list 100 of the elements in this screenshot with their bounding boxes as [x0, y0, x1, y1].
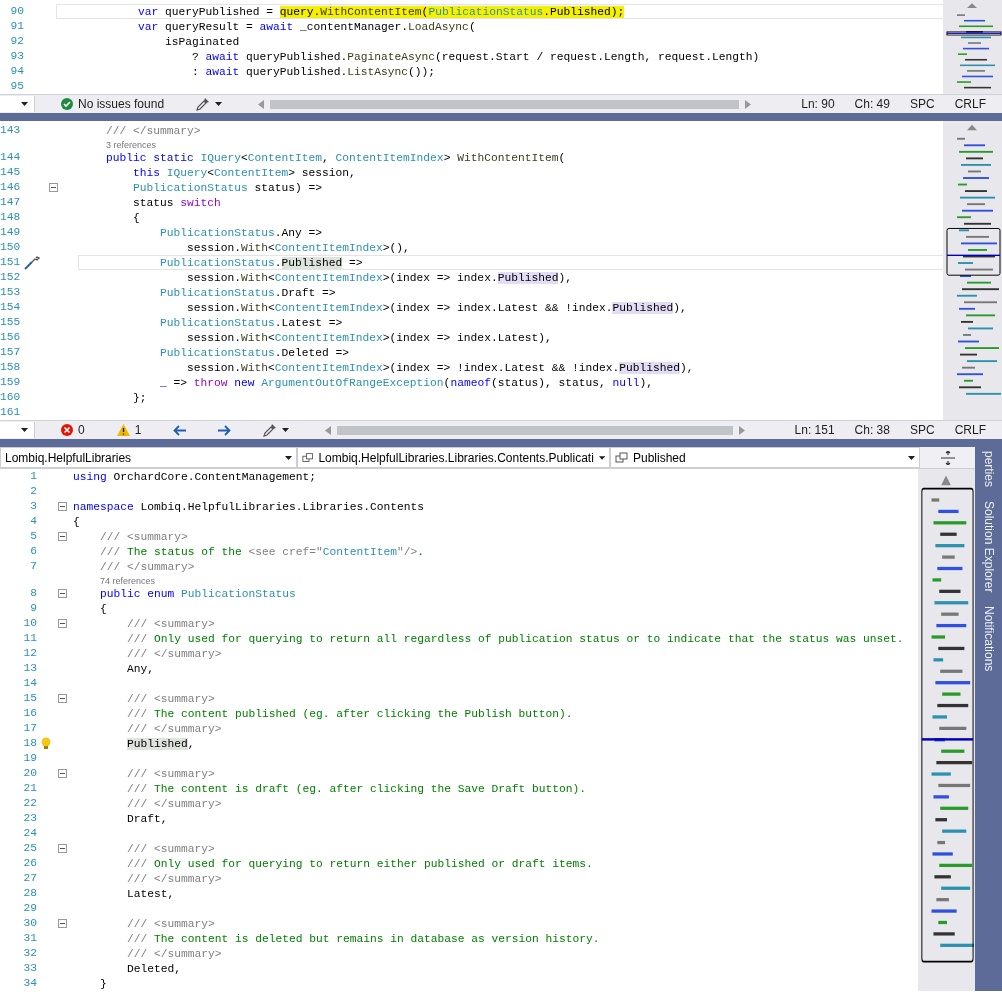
line-number: 11 — [22, 631, 37, 646]
stacked-boxes-icon — [615, 451, 628, 464]
line-number: 147 — [0, 195, 20, 210]
line-number: 151 — [0, 255, 20, 270]
collapse-icon[interactable] — [57, 532, 67, 541]
status-text: SPC — [909, 97, 935, 111]
line-number: 152 — [0, 270, 20, 285]
zoom-dropdown[interactable] — [0, 422, 35, 438]
code-line: session.With<ContentItemIndex>(index => index.Published), — [187, 271, 572, 284]
line-number: 15 — [22, 691, 37, 706]
status-text: SPC — [909, 423, 935, 437]
code-line: status switch — [133, 196, 221, 209]
tool-window-tab[interactable]: Solution Explorer — [981, 501, 996, 593]
zoom-dropdown[interactable] — [0, 96, 35, 112]
code-line: Deleted, — [127, 962, 182, 975]
brush-icon — [263, 423, 278, 437]
right-arrow-icon — [218, 424, 232, 436]
caret-icon — [21, 428, 28, 432]
line-number: 154 — [0, 300, 20, 315]
tool-window-tab[interactable]: Notifications — [981, 606, 996, 672]
project-dropdown[interactable]: Lombiq.HelpfulLibraries — [0, 447, 297, 468]
code-line: /// <summary> — [127, 917, 215, 930]
line-number: 3 — [29, 499, 37, 514]
warnings-button[interactable]: 1 — [110, 422, 148, 438]
collapse-icon[interactable] — [57, 844, 67, 853]
code-line: using OrchardCore.ContentManagement; — [73, 470, 317, 483]
errors-button[interactable]: 0 — [55, 422, 91, 438]
status-text: Ln: 151 — [794, 423, 835, 437]
collapse-icon[interactable] — [48, 183, 58, 192]
line-number: 25 — [22, 841, 37, 856]
code-line: /// <summary> — [127, 692, 215, 705]
line-number: 91 — [9, 19, 24, 34]
code-line: PublicationStatus.Latest => — [160, 316, 343, 329]
code-line: /// <summary> — [127, 767, 215, 780]
code-line: { — [73, 515, 80, 528]
line-number: 21 — [22, 781, 37, 796]
line-number: 18 — [22, 736, 37, 751]
line-number: 23 — [22, 811, 37, 826]
error-icon — [61, 424, 73, 436]
collapse-icon[interactable] — [57, 694, 67, 703]
code-line: public static IQuery<ContentItem, ContentItemIndex> WithContentItem( — [106, 151, 566, 164]
code-line: PublicationStatus.Deleted => — [160, 346, 350, 359]
status-text: Ch: 38 — [854, 423, 890, 437]
collapse-icon[interactable] — [57, 619, 67, 628]
collapse-icon[interactable] — [57, 502, 67, 511]
line-number: 90 — [9, 4, 24, 19]
line-number: 8 — [29, 586, 37, 601]
line-number: 158 — [0, 360, 20, 375]
code-line: } — [100, 977, 107, 990]
code-line: Latest, — [127, 887, 175, 900]
code-line: /// The content is deleted but remains in database as version history. — [127, 932, 600, 945]
line-number: 27 — [22, 871, 37, 886]
split-window-button[interactable] — [920, 447, 975, 468]
code-line: { — [133, 211, 140, 224]
status-text: CRLF — [954, 97, 986, 111]
brush-icon — [196, 97, 211, 111]
references-link[interactable]: 74 references — [100, 575, 156, 585]
type-dropdown[interactable]: Lombiq.HelpfulLibraries.Libraries.Contents.Publicati — [297, 447, 610, 468]
line-number: 32 — [22, 946, 37, 961]
line-number: 31 — [22, 931, 37, 946]
code-line: namespace Lombiq.HelpfulLibraries.Libraries.Contents — [73, 500, 425, 513]
line-number: 145 — [0, 165, 20, 180]
code-line: /// </summary> — [127, 947, 222, 960]
code-line: var queryPublished = query.WithContentItem(PublicationStatus.Published); — [138, 5, 625, 18]
warning-icon — [116, 424, 130, 436]
line-number: 10 — [22, 616, 37, 631]
code-line: }; — [133, 391, 147, 404]
code-line: public enum PublicationStatus — [100, 587, 296, 600]
code-line: session.With<ContentItemIndex>(index => !index.Latest && !index.Published), — [187, 361, 694, 374]
minimap-drawing[interactable] — [918, 469, 975, 991]
line-number: 157 — [0, 345, 20, 360]
line-number: 14 — [22, 676, 37, 691]
code-line: ? await queryPublished.PaginateAsync(request.Start / request.Length, request.Length) — [192, 50, 760, 63]
stacked-boxes-icon — [302, 451, 314, 464]
status-text: CRLF — [954, 423, 986, 437]
collapse-icon[interactable] — [57, 589, 67, 598]
line-number: 155 — [0, 315, 20, 330]
line-number: 24 — [22, 826, 37, 841]
screwdriver-icon[interactable] — [24, 255, 40, 270]
collapse-icon[interactable] — [57, 769, 67, 778]
status-text: Ln: 90 — [801, 97, 835, 111]
minimap-drawing[interactable] — [943, 0, 1002, 94]
code-line: session.With<ContentItemIndex>(index => index.Latest), — [187, 331, 552, 344]
line-number: 153 — [0, 285, 20, 300]
minimap-drawing[interactable] — [943, 121, 1002, 420]
collapse-icon[interactable] — [57, 919, 67, 928]
line-number: 94 — [9, 64, 24, 79]
code-line: /// The content published (eg. after clicking the Publish button). — [127, 707, 573, 720]
references-link[interactable]: 3 references — [106, 139, 157, 149]
line-number: 92 — [9, 34, 24, 49]
issues-button[interactable]: No issues found — [55, 96, 171, 112]
lightbulb-icon[interactable] — [41, 737, 51, 750]
code-line: Any, — [127, 662, 155, 675]
status-text: Ch: 49 — [854, 97, 890, 111]
code-line: _ => throw new ArgumentOutOfRangeException(nameof(status), status, null), — [160, 376, 653, 389]
member-dropdown[interactable]: Published — [610, 447, 920, 468]
line-number: 29 — [22, 901, 37, 916]
split-icon — [940, 450, 955, 465]
tool-window-tab[interactable]: perties — [981, 451, 996, 488]
line-number: 13 — [22, 661, 37, 676]
